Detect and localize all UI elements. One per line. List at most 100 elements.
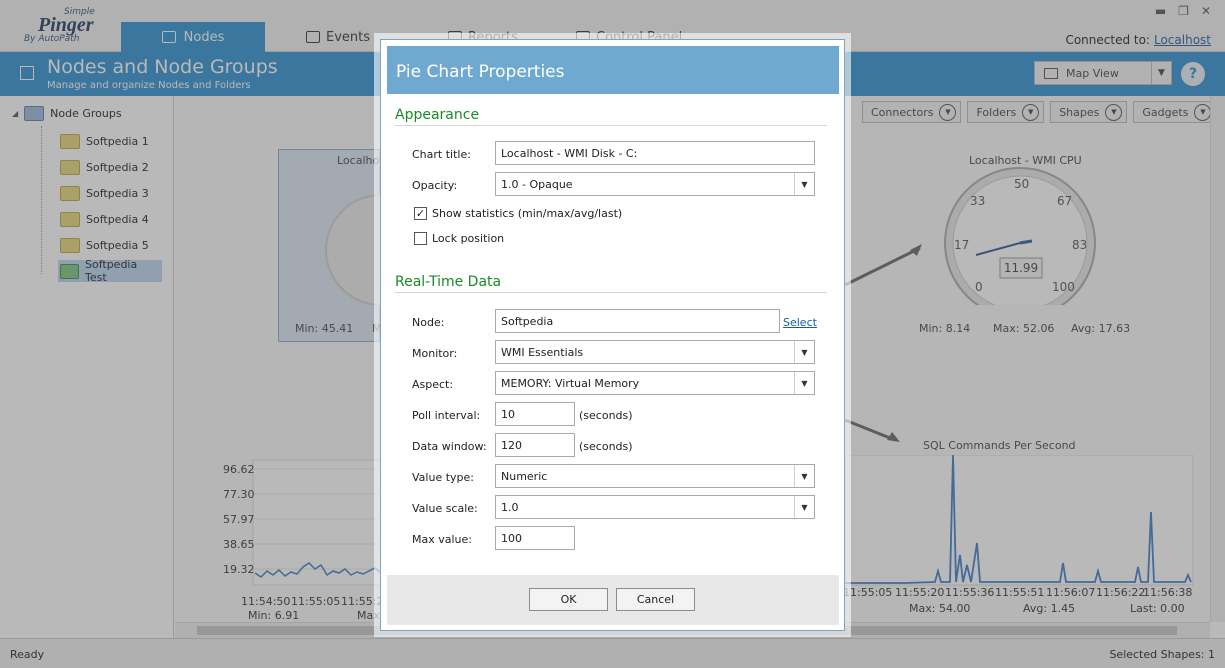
chevron-down-icon: ▼ xyxy=(1022,103,1040,121)
max-value-input[interactable]: 100 xyxy=(495,526,575,550)
pie-chart-widget[interactable]: Localhost Min: 45.41 M xyxy=(278,149,437,342)
monitor-label: Monitor: xyxy=(412,347,458,360)
data-window-input[interactable]: 120 xyxy=(495,433,575,457)
nodes-icon xyxy=(161,31,176,43)
connected-host-link[interactable]: Localhost xyxy=(1154,33,1211,47)
stat-label: Min: 6.91 xyxy=(248,609,299,620)
gauge-tick: 0 xyxy=(975,280,983,294)
stat-label: Max xyxy=(357,609,380,620)
tab-nodes[interactable]: Nodes xyxy=(121,22,265,52)
help-button[interactable]: ? xyxy=(1181,62,1205,86)
x-tick-label: 11:54:50 xyxy=(241,595,290,608)
lock-position-checkbox[interactable]: Lock position xyxy=(414,232,504,245)
window-controls: ▬ ❐ ✕ xyxy=(1155,4,1211,18)
y-tick-label: 96.62 xyxy=(223,463,255,476)
map-view-dropdown[interactable]: Map View ▼ xyxy=(1034,61,1172,85)
dialog-title: Pie Chart Properties xyxy=(387,46,839,94)
map-toolbar: Connectors ▼ Folders ▼ Shapes ▼ Gadgets ▼ xyxy=(862,101,1217,123)
tree-item[interactable]: Softpedia 4 xyxy=(58,208,153,230)
stat-label: Avg: 1.45 xyxy=(1023,602,1075,615)
connectors-button[interactable]: Connectors ▼ xyxy=(862,101,962,123)
tab-events[interactable]: Events xyxy=(306,22,370,52)
status-bar: Ready Selected Shapes: 1 xyxy=(0,638,1225,668)
dialog-footer: OK Cancel xyxy=(387,575,839,625)
aspect-select[interactable]: MEMORY: Virtual Memory ▼ xyxy=(495,371,815,395)
tree-item[interactable]: Softpedia 2 xyxy=(58,156,153,178)
tree-item[interactable]: Softpedia 1 xyxy=(58,130,153,152)
page-title: Nodes and Node Groups xyxy=(47,56,278,78)
gauge-tick: 83 xyxy=(1072,238,1087,252)
folder-icon xyxy=(60,159,80,175)
close-icon[interactable]: ✕ xyxy=(1201,4,1211,18)
opacity-select[interactable]: 1.0 - Opaque ▼ xyxy=(495,172,815,196)
connection-status: Connected to: Localhost xyxy=(1065,33,1211,47)
y-tick-label: 77.30 xyxy=(223,488,255,501)
node-tree: ◢ Node Groups Softpedia 1 Softpedia 2 So… xyxy=(0,96,174,638)
x-tick-label: 11:56:07 xyxy=(1046,586,1095,599)
maximize-icon[interactable]: ❐ xyxy=(1178,4,1189,18)
folder-icon xyxy=(60,133,80,149)
gauge-tick: 33 xyxy=(970,194,985,208)
gauge-tick: 67 xyxy=(1057,194,1072,208)
map-icon xyxy=(1044,67,1058,79)
poll-interval-label: Poll interval: xyxy=(412,409,481,422)
minimize-icon[interactable]: ▬ xyxy=(1155,4,1166,18)
opacity-label: Opacity: xyxy=(412,179,458,192)
chevron-down-icon: ▼ xyxy=(794,173,814,195)
folders-button[interactable]: Folders ▼ xyxy=(967,101,1045,123)
gauge-tick: 17 xyxy=(954,238,969,252)
y-tick-label: 38.65 xyxy=(223,538,255,551)
monitor-select[interactable]: WMI Essentials ▼ xyxy=(495,340,815,364)
page-subtitle: Manage and organize Nodes and Folders xyxy=(47,80,251,91)
tree-item-selected[interactable]: Softpedia Test xyxy=(58,258,162,284)
select-node-link[interactable]: Select xyxy=(783,316,817,329)
folder-icon xyxy=(60,237,80,253)
sql-chart-title: SQL Commands Per Second xyxy=(923,439,1076,452)
expand-triangle-icon[interactable]: ◢ xyxy=(12,109,18,118)
x-tick-label: 11:55:36 xyxy=(945,586,994,599)
realtime-section-header: Real-Time Data xyxy=(395,274,827,293)
folder-icon xyxy=(24,106,45,121)
gauge-tick: 100 xyxy=(1052,280,1075,294)
selected-shapes-count: Selected Shapes: 1 xyxy=(1109,648,1215,661)
x-tick-label: 11:55:51 xyxy=(995,586,1044,599)
poll-interval-input[interactable]: 10 xyxy=(495,402,575,426)
value-type-label: Value type: xyxy=(412,471,474,484)
poll-interval-unit: (seconds) xyxy=(579,409,633,422)
x-tick-label: 11:55:05 xyxy=(291,595,340,608)
value-scale-select[interactable]: 1.0 ▼ xyxy=(495,495,815,519)
sql-line-chart[interactable]: 11:55:05 11:55:20 11:55:36 11:55:51 11:5… xyxy=(845,455,1200,620)
gauge-tick: 50 xyxy=(1014,177,1029,191)
vertical-scrollbar[interactable] xyxy=(1210,96,1225,622)
x-tick-label: 11:56:38 xyxy=(1143,586,1192,599)
stat-label: Last: 0.00 xyxy=(1130,602,1185,615)
x-tick-label: 11:55:21 xyxy=(341,595,385,608)
x-tick-label: 11:55:05 xyxy=(845,586,892,599)
x-tick-label: 11:56:22 xyxy=(1096,586,1145,599)
tree-connector-lines xyxy=(41,126,55,274)
node-label: Node: xyxy=(412,316,445,329)
tree-root[interactable]: ◢ Node Groups xyxy=(12,106,122,121)
x-tick-label: 11:55:20 xyxy=(895,586,944,599)
chevron-down-icon: ▼ xyxy=(794,372,814,394)
value-type-select[interactable]: Numeric ▼ xyxy=(495,464,815,488)
folder-icon xyxy=(60,185,80,201)
shapes-button[interactable]: Shapes ▼ xyxy=(1050,101,1128,123)
node-input[interactable]: Softpedia xyxy=(495,309,780,333)
cancel-button[interactable]: Cancel xyxy=(616,588,695,611)
checkbox-checked[interactable]: ✓ xyxy=(414,207,427,220)
chevron-down-icon: ▼ xyxy=(794,496,814,518)
ok-button[interactable]: OK xyxy=(529,588,608,611)
left-line-chart[interactable]: 96.62 77.30 57.97 38.65 19.32 11:54:50 1… xyxy=(215,455,385,620)
folder-icon xyxy=(60,263,79,279)
checkbox-unchecked[interactable] xyxy=(414,232,427,245)
chevron-down-icon: ▼ xyxy=(1194,103,1212,121)
y-tick-label: 19.32 xyxy=(223,563,255,576)
nodes-header-icon xyxy=(20,66,34,80)
show-statistics-checkbox[interactable]: ✓ Show statistics (min/max/avg/last) xyxy=(414,207,622,220)
gadgets-button[interactable]: Gadgets ▼ xyxy=(1133,101,1217,123)
cpu-gauge[interactable]: 11.99 0 17 33 50 67 83 100 xyxy=(940,165,1100,305)
chart-title-input[interactable]: Localhost - WMI Disk - C: xyxy=(495,141,815,165)
tree-item[interactable]: Softpedia 3 xyxy=(58,182,153,204)
tree-item[interactable]: Softpedia 5 xyxy=(58,234,153,256)
